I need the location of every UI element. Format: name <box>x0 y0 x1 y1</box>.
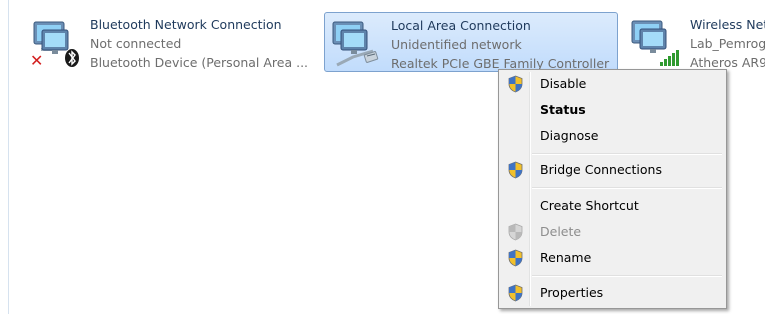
menu-item-label: Delete <box>540 224 582 239</box>
shield-icon <box>508 161 523 179</box>
shield-icon <box>508 75 523 93</box>
bluetooth-network-icon: ✕ <box>30 21 79 68</box>
menu-item-bridge-connections[interactable]: Bridge Connections <box>501 159 724 181</box>
connection-device: Bluetooth Device (Personal Area ... <box>90 55 309 70</box>
connection-item-wireless[interactable]: Wireless Net Lab_Pemrog Atheros AR9 <box>624 12 765 72</box>
menu-item-label: Disable <box>540 76 587 91</box>
ethernet-network-icon <box>332 21 379 67</box>
menu-separator <box>532 275 722 277</box>
pane-border <box>8 0 9 314</box>
menu-item-properties[interactable]: Properties <box>501 282 724 304</box>
menu-item-label: Status <box>540 102 586 117</box>
shield-icon <box>508 284 523 302</box>
menu-item-create-shortcut[interactable]: Create Shortcut <box>501 195 724 217</box>
menu-item-label: Create Shortcut <box>540 198 639 213</box>
menu-item-label: Properties <box>540 285 604 300</box>
menu-item-label: Diagnose <box>540 128 599 143</box>
context-menu: Disable Status Diagnose Bridge Connectio… <box>498 69 727 309</box>
menu-item-status[interactable]: Status <box>501 99 724 121</box>
svg-text:✕: ✕ <box>30 51 43 68</box>
shield-disabled-icon <box>508 223 523 241</box>
connection-name: Wireless Net <box>690 17 765 32</box>
connection-item-local-area[interactable]: Local Area Connection Unidentified netwo… <box>324 12 618 72</box>
menu-item-label: Bridge Connections <box>540 162 662 177</box>
network-connections-window: ✕ Bluetooth Network Connection Not conne… <box>0 0 765 314</box>
menu-item-label: Rename <box>540 250 592 265</box>
menu-separator <box>532 153 722 155</box>
connection-name: Local Area Connection <box>391 18 531 33</box>
menu-item-disable[interactable]: Disable <box>501 73 724 95</box>
menu-separator <box>532 187 722 189</box>
connection-status: Lab_Pemrog <box>690 36 765 51</box>
menu-item-rename[interactable]: Rename <box>501 247 724 269</box>
connection-status: Unidentified network <box>391 37 522 52</box>
connection-name: Bluetooth Network Connection <box>90 17 282 32</box>
connection-item-bluetooth[interactable]: ✕ Bluetooth Network Connection Not conne… <box>24 12 314 72</box>
menu-item-delete[interactable]: Delete <box>501 221 724 243</box>
menu-item-diagnose[interactable]: Diagnose <box>501 125 724 147</box>
connection-status: Not connected <box>90 36 182 51</box>
wireless-network-icon <box>631 20 679 66</box>
shield-icon <box>508 249 523 267</box>
